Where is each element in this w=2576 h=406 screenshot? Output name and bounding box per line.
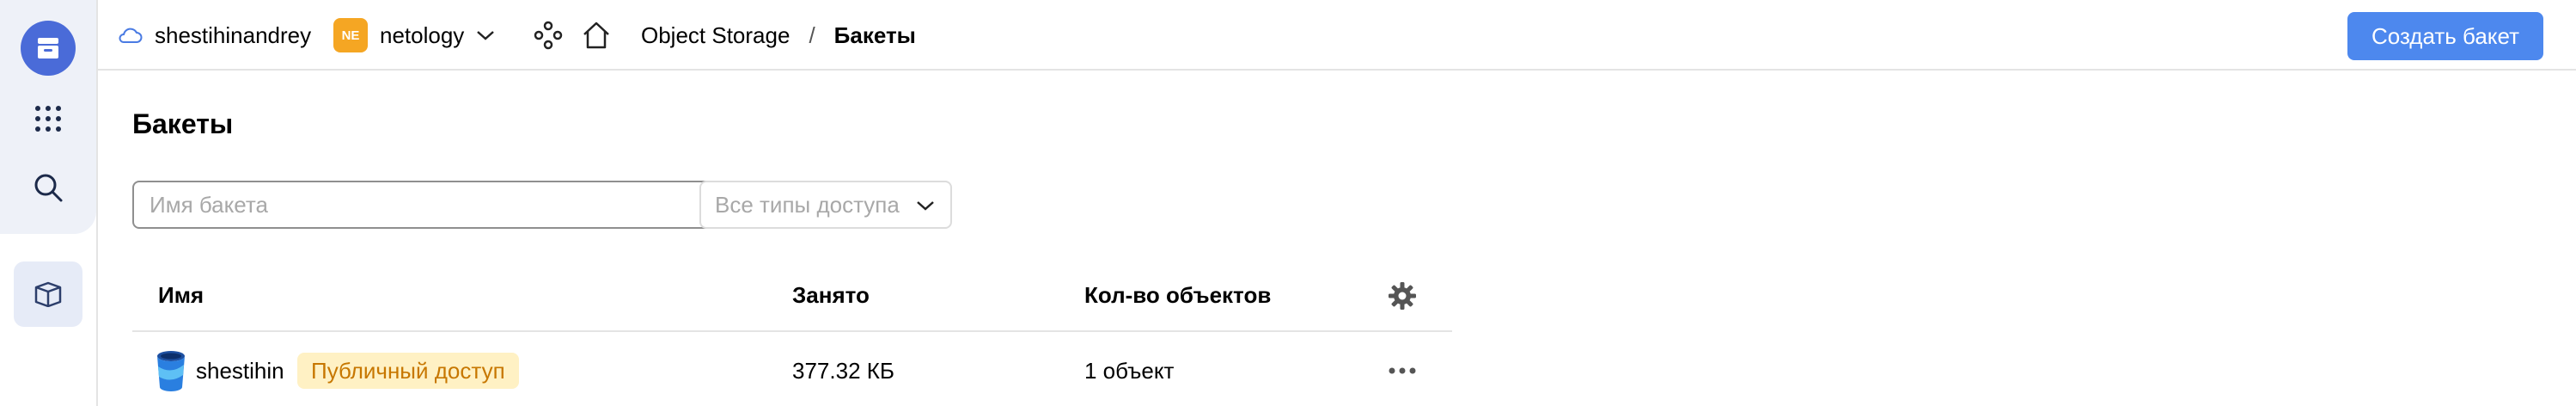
chevron-down-icon bbox=[917, 201, 934, 211]
content-frame: shestihinandrey NE netology Object Stora… bbox=[96, 0, 2576, 406]
page-title: Бакеты bbox=[132, 108, 234, 139]
row-actions-button[interactable] bbox=[1387, 360, 1418, 382]
storage-service-icon bbox=[38, 38, 58, 58]
cloud-selector[interactable]: shestihinandrey bbox=[117, 0, 311, 71]
global-search-button[interactable] bbox=[24, 163, 72, 212]
chevron-down-icon bbox=[477, 31, 495, 40]
column-header-name[interactable]: Имя bbox=[158, 282, 204, 309]
column-header-size[interactable]: Занято bbox=[792, 282, 870, 309]
service-graph-icon bbox=[534, 21, 563, 50]
cloud-icon bbox=[119, 28, 143, 43]
cloud-name: shestihinandrey bbox=[155, 22, 312, 48]
top-header: shestihinandrey NE netology Object Stora… bbox=[98, 0, 2576, 71]
bucket-name-search-input[interactable] bbox=[132, 181, 729, 229]
gear-icon bbox=[1389, 282, 1416, 310]
access-type-filter-value: Все типы доступа bbox=[715, 191, 900, 218]
bucket-size: 377.32 КБ bbox=[792, 358, 894, 384]
breadcrumb-separator: / bbox=[809, 22, 815, 48]
home-button[interactable] bbox=[581, 0, 612, 71]
home-icon bbox=[583, 22, 609, 49]
org-name: netology bbox=[380, 22, 465, 48]
storage-service-button[interactable] bbox=[21, 21, 76, 76]
all-services-grid-icon bbox=[35, 106, 61, 132]
column-header-objects[interactable]: Кол-во объектов bbox=[1084, 282, 1271, 309]
bucket-icon bbox=[155, 349, 187, 397]
bucket-name-link[interactable]: shestihin bbox=[196, 358, 284, 384]
breadcrumb: Object Storage / Бакеты bbox=[641, 0, 916, 71]
create-bucket-button[interactable]: Создать бакет bbox=[2347, 12, 2543, 60]
access-type-filter[interactable]: Все типы доступа bbox=[699, 181, 952, 229]
org-avatar: NE bbox=[333, 18, 368, 52]
table-header-divider bbox=[132, 330, 1452, 332]
organization-selector[interactable]: NE netology bbox=[333, 0, 495, 71]
public-access-badge: Публичный доступ bbox=[297, 353, 519, 389]
all-services-button[interactable] bbox=[24, 95, 72, 143]
bucket-object-count: 1 объект bbox=[1084, 358, 1175, 384]
more-horizontal-icon bbox=[1389, 367, 1416, 374]
buckets-box-icon bbox=[34, 281, 62, 307]
search-icon bbox=[34, 174, 63, 202]
breadcrumb-current: Бакеты bbox=[833, 22, 916, 48]
side-rail bbox=[0, 0, 96, 406]
services-graph-button[interactable] bbox=[533, 0, 564, 71]
sidebar-item-buckets[interactable] bbox=[14, 261, 82, 327]
breadcrumb-service-link[interactable]: Object Storage bbox=[641, 22, 790, 49]
table-settings-button[interactable] bbox=[1387, 280, 1418, 316]
